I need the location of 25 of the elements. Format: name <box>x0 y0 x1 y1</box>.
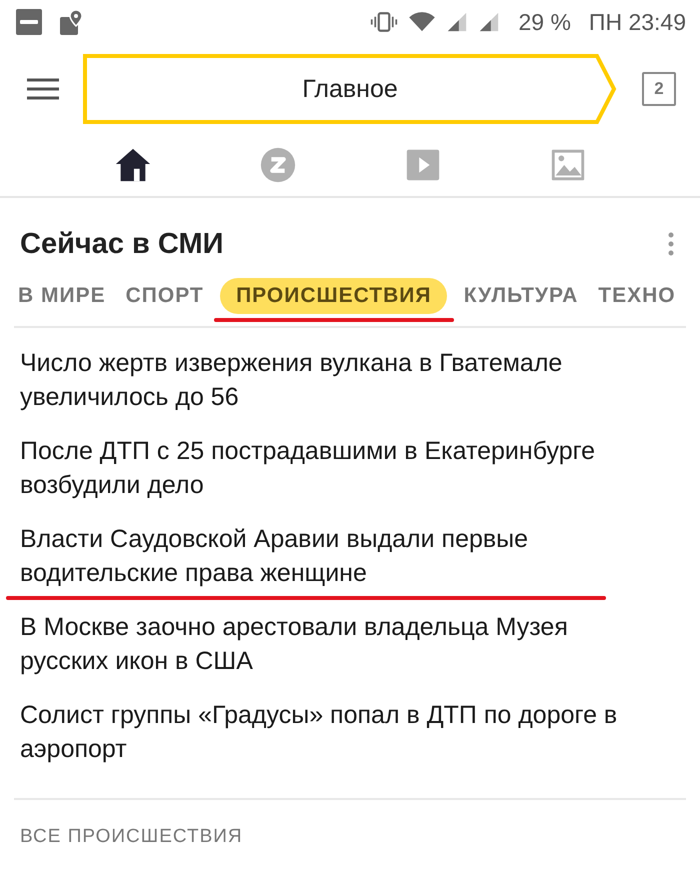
menu-icon[interactable] <box>27 78 59 100</box>
tabs-count-button[interactable]: 2 <box>642 72 676 106</box>
signal-icon <box>446 11 468 33</box>
zen-icon[interactable] <box>258 146 296 184</box>
news-headline[interactable]: В Москве заочно арестовали владельца Музея русских икон в США <box>20 610 660 678</box>
more-options-icon[interactable] <box>668 232 674 256</box>
category-tab[interactable]: КУЛЬТУРА <box>454 278 588 314</box>
category-tab[interactable]: В МИРЕ <box>8 278 116 314</box>
signal-icon <box>478 11 500 33</box>
news-headline[interactable]: После ДТП с 25 пострадавшими в Екатеринбурге возбудили дело <box>20 434 660 502</box>
all-news-link[interactable]: ВСЕ ПРОИСШЕСТВИЯ <box>0 800 700 874</box>
card-title: Сейчас в СМИ <box>20 228 224 260</box>
map-pin-icon <box>58 9 84 35</box>
category-tab[interactable]: СПОРТ <box>116 278 214 314</box>
vibrate-icon <box>370 11 398 33</box>
search-bar[interactable]: Главное <box>83 54 617 124</box>
battery-level: 29 % <box>518 8 571 36</box>
category-tab[interactable]: ТЕХНО <box>588 278 686 314</box>
news-headline[interactable]: Власти Саудовской Аравии выдали первые водительские права женщине <box>20 522 660 590</box>
wifi-icon <box>408 11 436 33</box>
home-icon[interactable] <box>114 146 152 184</box>
category-tab[interactable]: ПРОИСШЕСТВИЯ <box>220 278 448 314</box>
news-headline[interactable]: Солист группы «Градусы» попал в ДТП по дороге в аэропорт <box>20 698 660 766</box>
clock: ПН 23:49 <box>588 8 686 36</box>
news-headline[interactable]: Число жертв извержения вулкана в Гватемале увеличилось до 56 <box>20 346 660 414</box>
